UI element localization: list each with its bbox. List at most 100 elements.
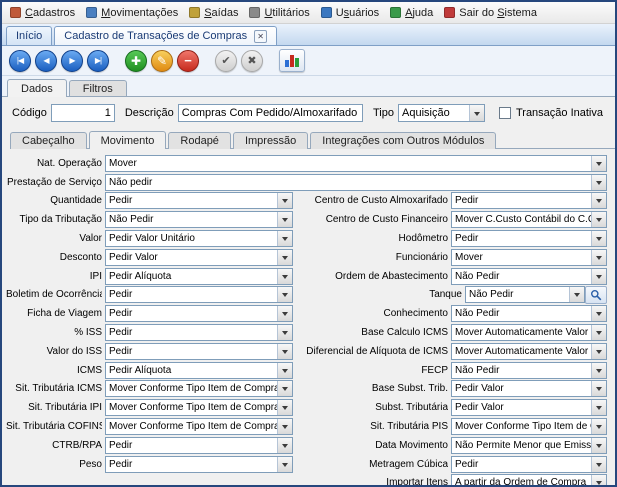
cancel-button[interactable]: ✖ [241,50,263,72]
dropdown[interactable]: Pedir [105,286,293,303]
field-label-text: Diferencial de Alíquota de ICMS [306,346,448,357]
dropdown[interactable]: Pedir Valor Unitário [105,230,293,247]
menu-label: Saídas [204,7,238,19]
confirm-button[interactable]: ✔ [215,50,237,72]
dropdown[interactable]: Pedir [451,456,607,473]
add-button[interactable]: ✚ [125,50,147,72]
dropdown[interactable]: Pedir [105,324,293,341]
dropdown[interactable]: Mover Automaticamente Valor dos Itens [451,343,607,360]
tab-close-icon[interactable]: ✕ [254,30,267,43]
search-button[interactable] [585,286,607,304]
chevron-down-icon [591,212,606,227]
field-label-text: Prestação de Serviço [7,177,102,188]
dropdown-value: Pedir [109,308,149,319]
field-label-text: Data Movimento [375,440,448,451]
chevron-down-icon [591,363,606,378]
chevron-down-icon [277,231,292,246]
form-row: % ISSPedirBase Calculo ICMSMover Automat… [2,323,615,342]
nav-next-button[interactable]: ▶ [61,50,83,72]
dropdown-value: Pedir [455,459,495,470]
dropdown[interactable]: Mover [105,155,607,172]
nav-prev-button[interactable]: ◀ [35,50,57,72]
dropdown[interactable]: Mover Conforme Tipo Item de Compra [105,399,293,416]
dropdown[interactable]: Pedir Valor [105,249,293,266]
dropdown[interactable]: Pedir Alíquota [105,268,293,285]
field-label: Data Movimento [299,440,448,451]
dropdown[interactable]: Pedir Valor [451,380,607,397]
dropdown[interactable]: Mover Conforme Tipo Item de Compra [451,418,607,435]
tab-transacoes[interactable]: Cadastro de Transações de Compras ✕ [54,26,277,45]
tab-inicio[interactable]: Início [6,26,52,45]
tab-filtros[interactable]: Filtros [69,80,127,97]
form-row: DescontoPedir ValorFuncionárioMover [2,248,615,267]
dropdown[interactable]: Pedir [451,230,607,247]
dropdown[interactable]: Não Pedir [451,305,607,322]
nav-last-button[interactable]: ▶| [87,50,109,72]
tab-impressao[interactable]: Impressão [233,132,308,149]
chevron-down-icon [277,381,292,396]
menu-sair[interactable]: Sair do Sistema [440,2,544,23]
dropdown[interactable]: Não Pedir [451,362,607,379]
tab-label: Cadastro de Transações de Compras [64,30,247,42]
dropdown[interactable]: Pedir [105,305,293,322]
menu-movimentacoes[interactable]: Movimentações [82,2,185,23]
dropdown[interactable]: A partir da Ordem de Compra [451,474,607,487]
transacao-inativa-checkbox[interactable] [499,107,511,119]
dropdown[interactable]: Pedir Alíquota [105,362,293,379]
descricao-input[interactable] [178,104,363,122]
dropdown[interactable]: Pedir [105,343,293,360]
menu-saidas[interactable]: Saídas [185,2,245,23]
field-label-text: Metragem Cúbica [369,459,448,470]
chevron-down-icon [277,438,292,453]
tab-label: Início [16,30,42,42]
field-label: Base Subst. Trib. [299,383,448,394]
dropdown[interactable]: Pedir Valor [451,399,607,416]
tab-rodape[interactable]: Rodapé [168,132,231,149]
menu-label: Utilitários [264,7,309,19]
nav-first-button[interactable]: |◀ [9,50,31,72]
dropdown[interactable]: Pedir [105,456,293,473]
codigo-input[interactable] [51,104,115,122]
chevron-down-icon [277,306,292,321]
field-label-text: Tanque [429,289,462,300]
field-label-text: Conhecimento [384,308,448,319]
dropdown[interactable]: Não Pedir [451,268,607,285]
menu-cadastros[interactable]: Cadastros [6,2,82,23]
dropdown[interactable]: Mover Conforme Tipo Item de Compra [105,418,293,435]
dropdown[interactable]: Não pedir [105,174,607,191]
dropdown[interactable]: Não Pedir [105,211,293,228]
dropdown[interactable]: Pedir [105,437,293,454]
chevron-down-icon [277,457,292,472]
utilitarios-icon [249,7,260,18]
dropdown[interactable]: Pedir [451,192,607,209]
form-row: Sit. Tributária IPIMover Conforme Tipo I… [2,398,615,417]
menu-utilitarios[interactable]: Utilitários [245,2,316,23]
field-label: Sit. Tributária ICMS [6,383,102,394]
tab-cabecalho[interactable]: Cabeçalho [10,132,87,149]
dropdown[interactable]: Pedir [105,192,293,209]
movimentacoes-icon [86,7,97,18]
chart-button[interactable] [279,49,305,72]
menu-usuarios[interactable]: Usuários [317,2,386,23]
chevron-down-icon [591,306,606,321]
menu-ajuda[interactable]: Ajuda [386,2,440,23]
dropdown[interactable]: Não Pedir [465,286,585,303]
dropdown[interactable]: Não Permite Menor que Emissão da Nota [451,437,607,454]
field-label: ICMS [6,365,102,376]
tab-dados[interactable]: Dados [7,79,67,97]
form-row: Boletim de OcorrênciaPedirTanqueNão Pedi… [2,286,615,305]
dropdown[interactable]: Mover [451,249,607,266]
dropdown[interactable]: Mover Conforme Tipo Item de Compra [105,380,293,397]
edit-button[interactable]: ✎ [151,50,173,72]
tab-movimento[interactable]: Movimento [89,131,167,149]
field-label-text: Desconto [60,252,102,263]
delete-button[interactable]: − [177,50,199,72]
tipo-dropdown[interactable]: Aquisição [398,104,485,122]
chevron-down-icon [591,156,606,171]
transacao-inativa-label: Transação Inativa [516,107,603,119]
dropdown[interactable]: Mover C.Custo Contábil do C.Custo Almox [451,211,607,228]
chevron-down-icon [591,193,606,208]
dropdown[interactable]: Mover Automaticamente Valor dos Itens [451,324,607,341]
field-label-text: Quantidade [50,195,102,206]
tab-integracoes[interactable]: Integrações com Outros Módulos [310,132,496,149]
